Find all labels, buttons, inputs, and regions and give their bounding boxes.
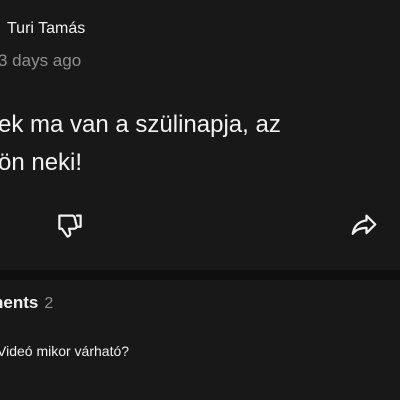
post-author-name[interactable]: Turi Tamás [7, 20, 85, 38]
post-text: ek ma van a szülinapja, az ön neki! [0, 106, 398, 182]
share-icon [351, 214, 377, 235]
section-divider [0, 270, 400, 280]
post-text-line: ek ma van a szülinapja, az [0, 111, 281, 138]
post-text-line: ön neki! [0, 149, 83, 176]
comments-header[interactable]: nents 2 [0, 293, 53, 313]
post-timestamp: 3 days ago [0, 51, 82, 70]
comments-section[interactable]: nents 2 Videó mikor várható? [0, 280, 400, 400]
dislike-button[interactable] [50, 205, 90, 245]
comment-preview[interactable]: Videó mikor várható? [0, 343, 129, 359]
community-post: Turi Tamás 3 days ago ek ma van a szülin… [0, 0, 400, 270]
comments-count: 2 [44, 295, 54, 312]
comments-title: nents [0, 293, 39, 312]
share-button[interactable] [344, 205, 384, 245]
thumbs-down-icon [58, 214, 82, 238]
